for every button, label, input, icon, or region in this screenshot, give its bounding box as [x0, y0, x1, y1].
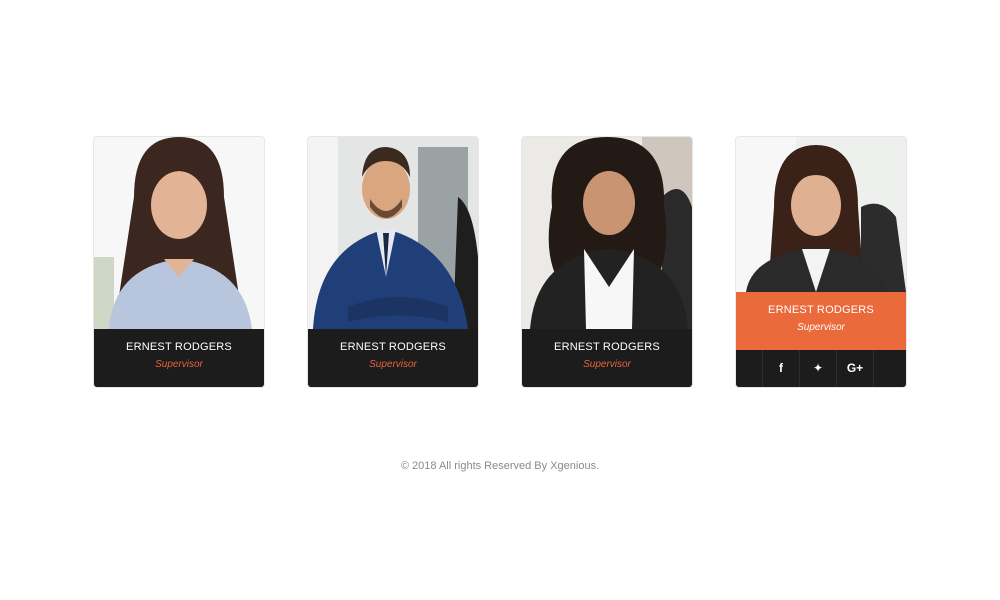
- member-photo: [736, 137, 906, 292]
- team-card[interactable]: ERNEST RODGERS Supervisor: [308, 137, 478, 387]
- card-caption: ERNEST RODGERS Supervisor: [522, 329, 692, 387]
- member-name: ERNEST RODGERS: [126, 341, 232, 353]
- member-role: Supervisor: [155, 359, 203, 370]
- team-card-active[interactable]: ERNEST RODGERS Supervisor f ✦ G+: [736, 137, 906, 387]
- member-photo: [522, 137, 692, 329]
- member-role: Supervisor: [583, 359, 631, 370]
- card-caption: ERNEST RODGERS Supervisor: [94, 329, 264, 387]
- card-caption: ERNEST RODGERS Supervisor: [308, 329, 478, 387]
- member-name: ERNEST RODGERS: [554, 341, 660, 353]
- member-photo: [94, 137, 264, 329]
- member-role: Supervisor: [369, 359, 417, 370]
- twitter-icon[interactable]: ✦: [799, 350, 836, 387]
- footer-copyright: © 2018 All rights Reserved By Xgenious.: [400, 460, 600, 472]
- team-card[interactable]: ERNEST RODGERS Supervisor: [522, 137, 692, 387]
- member-name: ERNEST RODGERS: [340, 341, 446, 353]
- social-links: f ✦ G+: [736, 350, 906, 387]
- card-caption: ERNEST RODGERS Supervisor: [736, 292, 906, 350]
- facebook-icon[interactable]: f: [762, 350, 799, 387]
- member-photo: [308, 137, 478, 329]
- member-name: ERNEST RODGERS: [768, 304, 874, 316]
- team-card[interactable]: ERNEST RODGERS Supervisor: [94, 137, 264, 387]
- team-section: ERNEST RODGERS Supervisor ERNEST RODGERS…: [94, 137, 906, 387]
- google-plus-icon[interactable]: G+: [836, 350, 874, 387]
- member-role: Supervisor: [797, 322, 845, 333]
